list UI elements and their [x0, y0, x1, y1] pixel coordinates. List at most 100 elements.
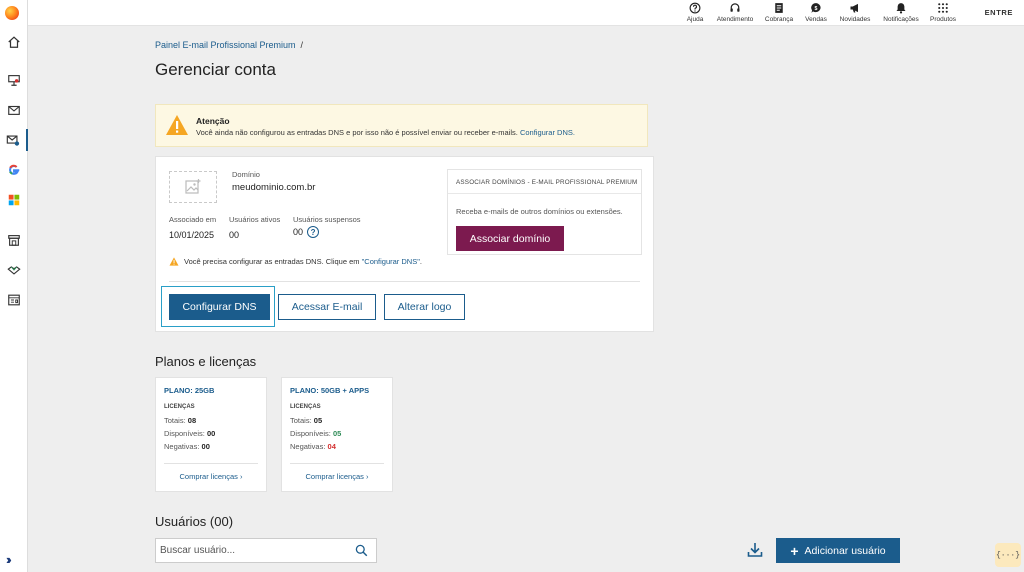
suspended-users-value: 00 — [293, 227, 304, 237]
svg-text:$: $ — [815, 6, 818, 12]
topbar-support[interactable]: Atendimento — [710, 2, 760, 23]
premium-mail-icon[interactable] — [0, 129, 28, 151]
store-icon[interactable] — [0, 229, 28, 251]
topbar-news-label: Novidades — [839, 16, 871, 23]
warning-icon — [166, 115, 188, 135]
plan-name: PLANO: 25GB — [164, 386, 215, 395]
plan-available-value: 00 — [206, 429, 216, 438]
mail-icon[interactable] — [0, 99, 28, 121]
google-icon[interactable] — [0, 159, 28, 181]
dns-warning-text: Você precisa configurar as entradas DNS.… — [184, 257, 422, 266]
configure-dns-button[interactable]: Configurar DNS — [169, 294, 270, 320]
dns-warning-link[interactable]: "Configurar DNS" — [362, 257, 420, 266]
buy-licenses-label: Comprar licenças — [305, 472, 364, 481]
associated-label: Associado em — [169, 215, 217, 224]
topbar-billing-label: Cobrança — [764, 16, 794, 23]
alert-title: Atenção — [196, 116, 230, 126]
plan-available-label: Disponíveis: — [164, 429, 205, 438]
domain-label: Domínio — [232, 170, 260, 179]
buy-licenses-link[interactable]: Comprar licenças › — [156, 472, 266, 481]
topbar-products-label: Produtos — [929, 16, 957, 23]
plan-negative-label: Negativas: — [164, 442, 200, 451]
presentation-icon[interactable] — [0, 69, 28, 91]
associated-value: 10/01/2025 — [169, 230, 215, 240]
breadcrumb-link[interactable]: Painel E-mail Profissional Premium — [155, 40, 296, 50]
plan-total: Totais: 08 — [164, 416, 196, 425]
plans-title: Planos e licenças — [155, 354, 257, 369]
sales-icon: $ — [811, 3, 821, 13]
licenses-label: LICENÇAS — [290, 404, 321, 410]
domain-logo-placeholder — [169, 171, 217, 203]
microsoft-icon[interactable] — [0, 189, 28, 211]
dns-warning-message: Você precisa configurar as entradas DNS.… — [184, 257, 360, 266]
plan-negative-value: 00 — [201, 442, 210, 451]
alert-text: Você ainda não configurou as entradas DN… — [196, 128, 575, 137]
account-card: Domínio meudominio.com.br Associado em 1… — [155, 156, 654, 332]
topbar-notifications-label: Notificações — [883, 16, 919, 23]
bell-icon — [896, 3, 906, 14]
topbar-products[interactable]: Produtos — [918, 2, 968, 23]
sidebar-expand-icon[interactable]: ›› — [6, 552, 11, 567]
plan-divider — [290, 463, 384, 464]
domain-value: meudominio.com.br — [232, 182, 316, 193]
dns-alert: Atenção Você ainda não configurou as ent… — [155, 104, 648, 147]
associate-domain-button[interactable]: Associar domínio — [456, 226, 564, 251]
plan-negative-label: Negativas: — [290, 442, 326, 451]
handshake-icon[interactable] — [0, 259, 28, 281]
topbar-support-label: Atendimento — [716, 16, 754, 23]
image-placeholder-icon — [185, 179, 201, 194]
associate-domains-box: ASSOCIAR DOMÍNIOS - E-MAIL PROFISSIONAL … — [447, 169, 642, 255]
login-link[interactable]: ENTRE — [985, 8, 1013, 17]
dns-warning-line: Você precisa configurar as entradas DNS.… — [169, 257, 422, 266]
alert-message: Você ainda não configurou as entradas DN… — [196, 128, 518, 137]
plan-available-value: 05 — [332, 429, 342, 438]
plan-total-label: Totais: — [290, 416, 312, 425]
plan-card: PLANO: 50GB + APPS LICENÇAS Totais: 05 D… — [281, 377, 393, 492]
plan-card: PLANO: 25GB LICENÇAS Totais: 08 Disponív… — [155, 377, 267, 492]
plan-negative: Negativas: 04 — [290, 442, 336, 451]
user-search — [155, 538, 377, 563]
add-user-label: Adicionar usuário — [804, 544, 886, 557]
card-divider — [169, 281, 640, 282]
help-icon — [689, 2, 701, 14]
sidebar: ›› — [0, 0, 28, 572]
warning-icon — [169, 257, 179, 266]
access-email-button[interactable]: Acessar E-mail — [278, 294, 376, 320]
associate-text: Receba e-mails de outros domínios ou ext… — [456, 207, 623, 216]
topbar-news[interactable]: Novidades — [830, 2, 880, 23]
dashboard-icon[interactable] — [0, 289, 28, 311]
topbar-sales-label: Vendas — [805, 16, 827, 23]
alert-configure-dns-link[interactable]: Configurar DNS. — [520, 128, 575, 137]
add-user-button[interactable]: + Adicionar usuário — [776, 538, 900, 563]
download-icon[interactable] — [746, 541, 764, 559]
home-icon[interactable] — [0, 31, 28, 53]
brand-logo[interactable] — [5, 6, 19, 20]
suspended-users-row: 00? — [293, 226, 361, 238]
plan-name: PLANO: 50GB + APPS — [290, 386, 370, 395]
code-widget-icon[interactable]: {···} — [995, 543, 1021, 567]
top-bar: Ajuda Atendimento Cobrança $ Vendas Novi… — [28, 0, 1024, 26]
associate-divider — [448, 193, 641, 194]
buy-licenses-link[interactable]: Comprar licenças › — [282, 472, 392, 481]
associated-stat: Associado em 10/01/2025 — [169, 215, 216, 240]
breadcrumb: Painel E-mail Profissional Premium / — [155, 40, 303, 50]
help-circle-icon[interactable]: ? — [307, 226, 320, 238]
licenses-label: LICENÇAS — [164, 404, 195, 410]
active-users-value: 00 — [229, 230, 240, 240]
search-input[interactable] — [160, 542, 350, 559]
plan-total: Totais: 05 — [290, 416, 322, 425]
dns-warning-end: . — [419, 257, 422, 266]
plan-total-label: Totais: — [164, 416, 186, 425]
plan-total-value: 05 — [313, 416, 323, 425]
billing-icon — [775, 3, 783, 13]
megaphone-icon — [850, 3, 858, 13]
grid-icon — [938, 3, 948, 13]
suspended-users-stat: Usuários suspensos 00? — [293, 215, 361, 238]
change-logo-button[interactable]: Alterar logo — [384, 294, 465, 320]
suspended-users-label: Usuários suspensos — [293, 215, 361, 224]
plan-available-label: Disponíveis: — [290, 429, 331, 438]
buy-licenses-label: Comprar licenças — [179, 472, 238, 481]
chevron-right-icon: › — [365, 472, 369, 481]
plan-negative-value: 04 — [327, 442, 336, 451]
search-icon[interactable] — [355, 544, 368, 557]
